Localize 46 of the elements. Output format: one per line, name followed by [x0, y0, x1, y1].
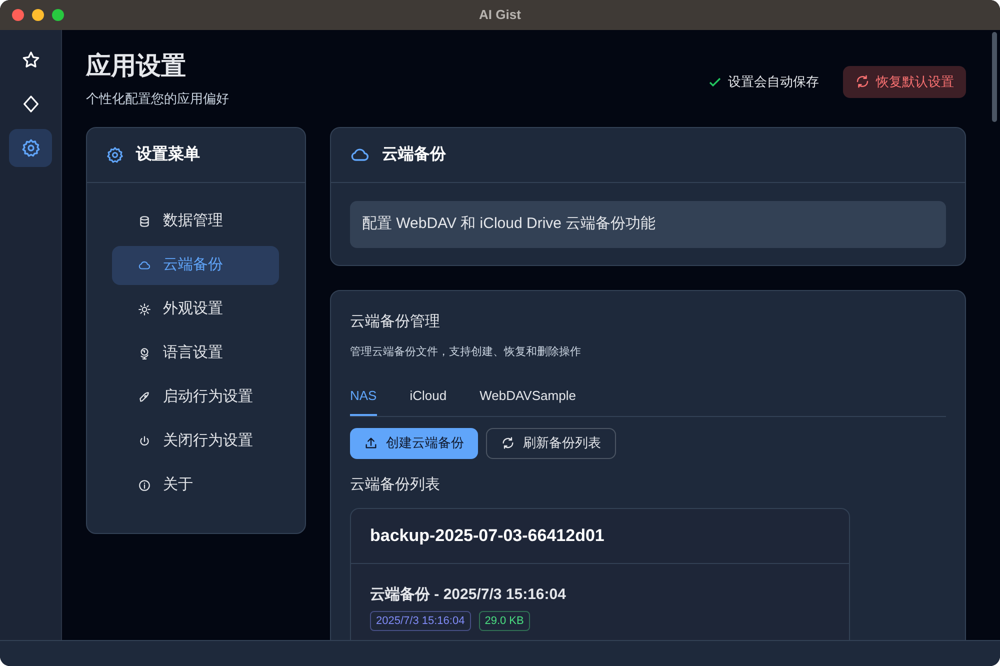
menu-title: 设置菜单 — [136, 144, 200, 165]
zoom-button[interactable] — [52, 9, 64, 21]
menu-item[interactable]: 关于 — [112, 466, 279, 505]
list-title: 云端备份列表 — [350, 474, 441, 494]
backup-name: backup-2025-07-03-66412d01 — [370, 525, 604, 548]
refresh-icon — [855, 74, 870, 90]
rocket-icon — [138, 391, 151, 404]
scrollbar-thumb[interactable] — [992, 32, 996, 122]
autosave-note: 设置会自动保存 — [728, 73, 819, 91]
database-icon — [138, 215, 151, 228]
info-icon — [138, 479, 151, 492]
manager-description: 管理云端备份文件，支持创建、恢复和删除操作 — [350, 344, 582, 360]
window-title: AI Gist — [479, 7, 521, 22]
star-icon — [20, 50, 40, 70]
refresh-button[interactable]: 刷新备份列表 — [486, 428, 616, 458]
tag: 2025/7/3 15:16:04 — [370, 610, 471, 631]
rail-button[interactable] — [9, 129, 52, 167]
tag: 29.0 KB — [478, 610, 530, 631]
menu-item[interactable]: 云端备份 — [112, 246, 279, 285]
tab[interactable]: WebDAVSample — [480, 382, 576, 416]
manager-title: 云端备份管理 — [350, 312, 441, 332]
page-subtitle: 个性化配置您的应用偏好 — [86, 90, 229, 108]
section-title: 云端备份 — [382, 144, 446, 165]
settings-icon — [106, 146, 124, 164]
section-description: 配置 WebDAV 和 iCloud Drive 云端备份功能 — [350, 201, 946, 248]
tab[interactable]: NAS — [350, 382, 377, 416]
power-icon — [138, 435, 151, 448]
sun-icon — [138, 303, 151, 316]
diamond-icon — [20, 94, 40, 114]
tab[interactable]: iCloud — [410, 382, 447, 416]
create-backup-button[interactable]: 创建云端备份 — [350, 428, 478, 458]
menu-item[interactable]: 启动行为设置 — [112, 378, 279, 417]
refresh-icon — [501, 436, 515, 450]
menu-item[interactable]: 关闭行为设置 — [112, 422, 279, 461]
close-button[interactable] — [12, 9, 24, 21]
menu-item[interactable]: 外观设置 — [112, 290, 279, 329]
reset-button[interactable]: 恢复默认设置 — [843, 66, 966, 98]
upload-icon — [364, 436, 378, 450]
menu-item[interactable]: 语言设置 — [112, 334, 279, 373]
minimize-button[interactable] — [32, 9, 44, 21]
cloud-icon — [138, 259, 151, 272]
backup-title: 云端备份 - 2025/7/3 15:16:04 — [370, 585, 567, 605]
menu-item[interactable]: 数据管理 — [112, 202, 279, 241]
globe-icon — [138, 347, 151, 360]
settings-icon — [20, 138, 40, 158]
page-title: 应用设置 — [86, 51, 187, 82]
